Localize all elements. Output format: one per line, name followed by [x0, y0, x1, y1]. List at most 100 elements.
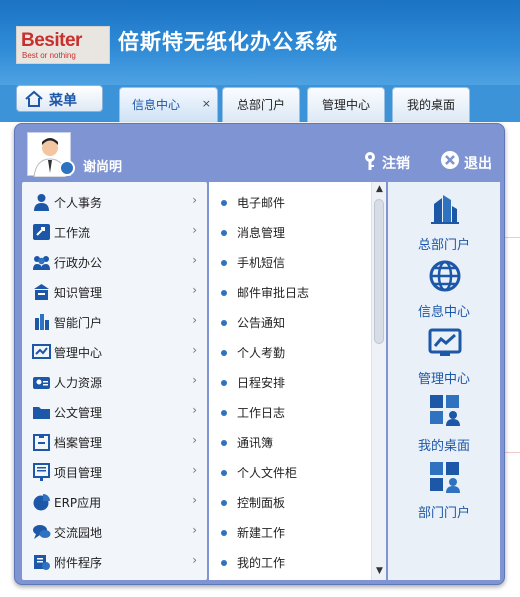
category-label: 公文管理: [54, 406, 103, 420]
quick-link-management-center[interactable]: 管理中心: [388, 326, 500, 392]
menu-button[interactable]: 菜单: [16, 85, 103, 112]
chevron-right-icon: ›: [192, 193, 197, 207]
category-label: 交流园地: [54, 526, 103, 540]
logout-button[interactable]: 注销: [362, 150, 414, 172]
category-item-admin[interactable]: 行政办公 ›: [22, 247, 207, 277]
tab-label: 管理中心: [321, 98, 370, 112]
category-item-personal[interactable]: 个人事务 ›: [22, 187, 207, 217]
category-label: 行政办公: [54, 256, 103, 270]
category-item-management[interactable]: 管理中心 ›: [22, 337, 207, 367]
category-item-documents[interactable]: 公文管理 ›: [22, 397, 207, 427]
quick-link-hq-portal[interactable]: 总部门户: [388, 192, 500, 258]
category-label: 附件程序: [54, 556, 103, 570]
submenu-label: 新建工作: [237, 526, 286, 540]
quick-link-label: 部门门户: [417, 506, 470, 521]
category-item-knowledge[interactable]: 知识管理 ›: [22, 277, 207, 307]
workflow-icon: [33, 224, 50, 240]
bullet-icon: [221, 230, 227, 236]
category-label: 档案管理: [54, 436, 103, 450]
quick-link-department-portal[interactable]: 部门门户: [388, 460, 500, 526]
tab-my-desktop[interactable]: 我的桌面: [392, 87, 470, 122]
home-icon: [25, 90, 43, 107]
submenu-item-schedule[interactable]: 日程安排: [209, 367, 386, 397]
chevron-right-icon: ›: [192, 523, 197, 537]
category-label: 个人事务: [54, 196, 103, 210]
submenu-item-email[interactable]: 电子邮件: [209, 187, 386, 217]
bullet-icon: [221, 500, 227, 506]
category-item-archive[interactable]: 档案管理 ›: [22, 427, 207, 457]
category-item-hr[interactable]: 人力资源 ›: [22, 367, 207, 397]
submenu-item-attendance[interactable]: 个人考勤: [209, 337, 386, 367]
tab-management-center[interactable]: 管理中心: [307, 87, 385, 122]
submenu-scrollbar[interactable]: ▲ ▼: [371, 182, 386, 580]
quick-link-label: 总部门户: [417, 238, 470, 253]
submenu-label: 我的工作: [237, 556, 286, 570]
building-icon: [431, 195, 459, 224]
exit-button[interactable]: 退出: [441, 150, 498, 172]
divider: [505, 452, 520, 453]
bullet-icon: [221, 440, 227, 446]
submenu-label: 邮件审批日志: [237, 286, 310, 300]
chevron-right-icon: ›: [192, 223, 197, 237]
scroll-thumb[interactable]: [374, 199, 384, 344]
bullet-icon: [221, 380, 227, 386]
user-name: 谢尚明: [83, 160, 123, 175]
submenu-label: 工作日志: [237, 406, 286, 420]
category-label: ERP应用: [54, 496, 102, 510]
category-label: 工作流: [54, 226, 91, 240]
chevron-right-icon: ›: [192, 553, 197, 567]
category-item-portal[interactable]: 智能门户 ›: [22, 307, 207, 337]
submenu-item-sms[interactable]: 手机短信: [209, 247, 386, 277]
quick-link-label: 管理中心: [417, 372, 470, 387]
submenu-item-file-cabinet[interactable]: 个人文件柜: [209, 457, 386, 487]
besiter-logo: Besiter Best or nothing: [16, 26, 110, 64]
category-item-workflow[interactable]: 工作流 ›: [22, 217, 207, 247]
chevron-right-icon: ›: [192, 403, 197, 417]
submenu-list: 电子邮件 消息管理 手机短信 邮件审批日志 公告通知 个人考勤 日程安排 工作日…: [209, 182, 386, 580]
category-label: 管理中心: [54, 346, 103, 360]
tab-hq-portal[interactable]: 总部门户: [222, 87, 300, 122]
quick-links: 总部门户 信息中心 管理中心 我的桌面 部门门户: [388, 182, 500, 580]
category-item-forum[interactable]: 交流园地 ›: [22, 517, 207, 547]
logo-text: Besiter: [21, 30, 82, 51]
scroll-down-icon[interactable]: ▼: [372, 566, 387, 576]
quick-link-info-center[interactable]: 信息中心: [388, 259, 500, 325]
tab-label: 我的桌面: [406, 98, 455, 112]
archive-icon: [33, 434, 50, 451]
submenu-item-control-panel[interactable]: 控制面板: [209, 487, 386, 517]
submenu-item-announcements[interactable]: 公告通知: [209, 307, 386, 337]
submenu-item-new-work[interactable]: 新建工作: [209, 517, 386, 547]
tab-info-center[interactable]: 信息中心 ×: [119, 87, 218, 122]
close-icon[interactable]: ×: [202, 97, 211, 110]
submenu-item-messages[interactable]: 消息管理: [209, 217, 386, 247]
logo-tagline: Best or nothing: [22, 51, 76, 60]
category-item-attachments[interactable]: 附件程序 ›: [22, 547, 207, 577]
submenu-label: 个人文件柜: [237, 466, 298, 480]
quick-link-my-desktop[interactable]: 我的桌面: [388, 393, 500, 459]
submenu-item-contacts[interactable]: 通讯簿: [209, 427, 386, 457]
submenu-label: 手机短信: [237, 256, 286, 270]
submenu-label: 日程安排: [237, 376, 286, 390]
submenu-label: 消息管理: [237, 226, 286, 240]
submenu-item-mail-approval-log[interactable]: 邮件审批日志: [209, 277, 386, 307]
bullet-icon: [221, 200, 227, 206]
category-label: 人力资源: [54, 376, 103, 390]
app-title: 倍斯特无纸化办公系统: [118, 29, 338, 54]
chevron-right-icon: ›: [192, 463, 197, 477]
folder-icon: [33, 407, 50, 419]
category-item-project[interactable]: 项目管理 ›: [22, 457, 207, 487]
submenu-item-work-log[interactable]: 工作日志: [209, 397, 386, 427]
key-icon: [365, 152, 375, 170]
globe-icon: [429, 260, 461, 292]
scroll-up-icon[interactable]: ▲: [372, 184, 387, 194]
department-icon: [430, 462, 460, 493]
submenu-label: 通讯簿: [237, 436, 274, 450]
category-item-erp[interactable]: ERP应用 ›: [22, 487, 207, 517]
background-page: [505, 200, 520, 597]
logout-label: 注销: [382, 156, 410, 172]
monitor-chart-icon: [428, 328, 462, 356]
chart-icon: [32, 344, 51, 359]
submenu-item-my-work[interactable]: 我的工作: [209, 547, 386, 577]
desktop-user-icon: [430, 395, 460, 426]
close-circle-icon: [441, 151, 459, 169]
